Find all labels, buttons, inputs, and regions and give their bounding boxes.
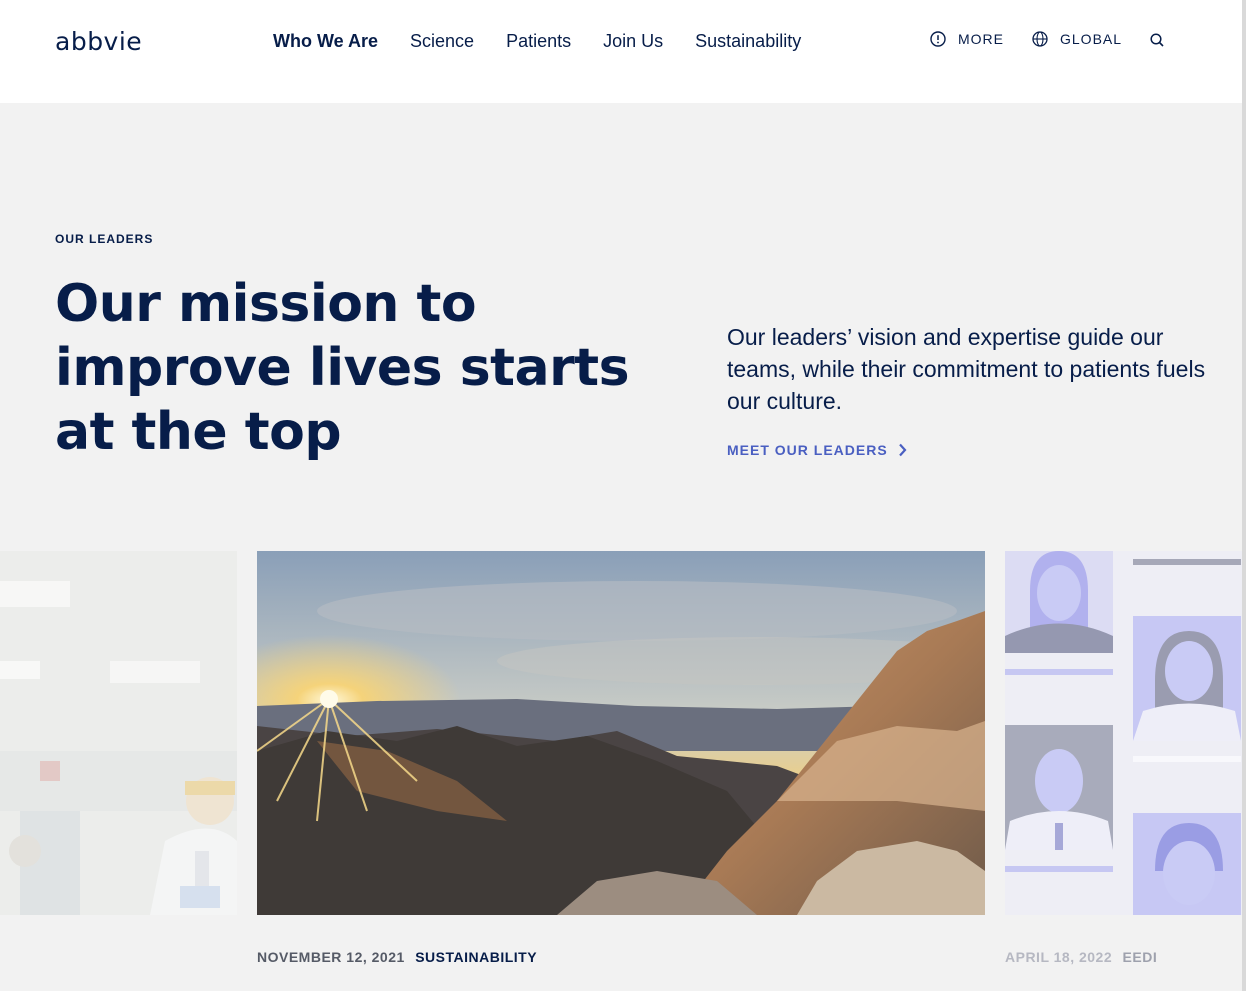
carousel-card-next[interactable] — [1005, 551, 1242, 915]
more-label: MORE — [958, 31, 1004, 47]
hero-headline: Our mission to improve lives starts at t… — [55, 274, 630, 462]
card-category-link[interactable]: EEDI — [1123, 949, 1158, 965]
nav-item-who-we-are[interactable]: Who We Are — [273, 30, 378, 52]
cta-label: MEET OUR LEADERS — [727, 442, 888, 458]
leader-portraits-illustration — [1005, 551, 1242, 915]
main-nav: Who We Are Science Patients Join Us Sust… — [273, 30, 833, 52]
search-button[interactable] — [1150, 33, 1164, 47]
more-button[interactable]: MORE — [930, 31, 1004, 47]
search-icon — [1150, 33, 1164, 47]
card-date: NOVEMBER 12, 2021 — [257, 949, 405, 965]
site-header: abbvie Who We Are Science Patients Join … — [0, 0, 1242, 103]
card-meta-main: NOVEMBER 12, 2021 SUSTAINABILITY — [257, 949, 537, 965]
nav-item-sustainability[interactable]: Sustainability — [695, 30, 801, 52]
card-category-link[interactable]: SUSTAINABILITY — [415, 949, 537, 965]
hero-intro: Our leaders’ vision and expertise guide … — [727, 324, 1206, 414]
nav-item-science[interactable]: Science — [410, 30, 474, 52]
globe-icon — [1032, 31, 1048, 47]
page-scrollbar[interactable] — [1242, 0, 1246, 991]
section-eyebrow: OUR LEADERS — [55, 232, 154, 246]
global-label: GLOBAL — [1060, 31, 1123, 47]
info-circle-icon — [930, 31, 946, 47]
nav-item-patients[interactable]: Patients — [506, 30, 571, 52]
carousel-card-previous[interactable] — [0, 551, 237, 915]
sunset-mountains-image — [257, 551, 985, 915]
global-button[interactable]: GLOBAL — [1032, 31, 1122, 47]
chevron-right-icon — [898, 443, 907, 457]
card-meta-next: APRIL 18, 2022 EEDI — [1005, 949, 1157, 965]
nav-item-join-us[interactable]: Join Us — [603, 30, 663, 52]
card-date: APRIL 18, 2022 — [1005, 949, 1113, 965]
lab-scientist-image — [0, 551, 237, 915]
abbvie-logo[interactable]: abbvie — [55, 27, 142, 56]
meet-our-leaders-link[interactable]: MEET OUR LEADERS — [727, 442, 907, 458]
carousel-card-sustainability[interactable] — [257, 551, 985, 915]
